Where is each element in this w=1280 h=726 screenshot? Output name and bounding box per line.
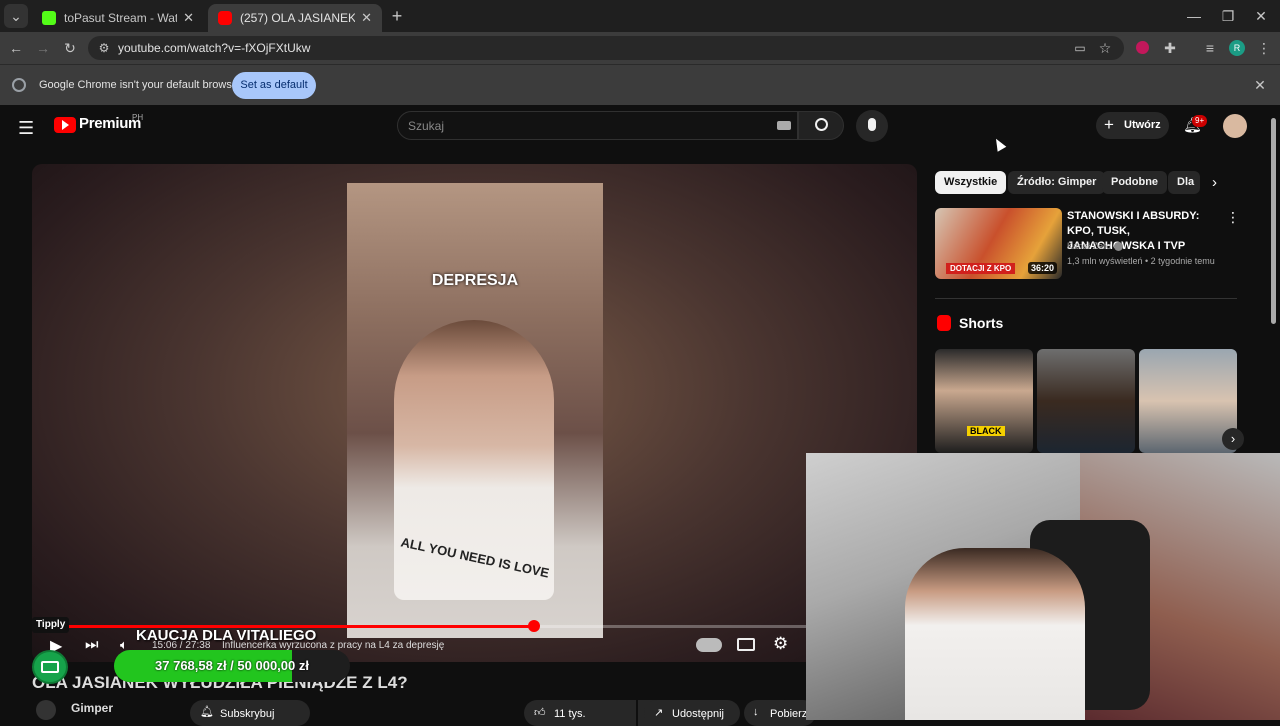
search-input[interactable] [397,111,798,140]
short-caption: BLACK [967,426,1005,436]
plus-icon: + [1104,115,1114,134]
webcam-person [905,548,1085,720]
close-icon[interactable]: ✕ [361,10,372,26]
keyboard-icon[interactable] [777,121,791,130]
bookmark-star-icon[interactable]: ☆ [1093,36,1117,60]
recommended-meta: 1,3 mln wyświetleń • 2 tygodnie temu [1067,256,1215,266]
money-icon [32,650,68,684]
channel-avatar[interactable] [36,700,56,720]
short-thumbnail[interactable] [1037,349,1135,453]
tab-title: toPasut Stream - Watch Live on [64,11,178,25]
video-overlay-text: DEPRESJA [431,272,519,289]
extensions-puzzle-icon[interactable]: ✚ [1158,36,1182,60]
tab-search-icon[interactable]: ⌄ [4,4,28,28]
more-options-icon[interactable]: ⋮ [1226,209,1240,226]
infobar-close-icon[interactable]: ✕ [1248,73,1272,97]
account-avatar[interactable] [1223,114,1247,138]
menu-kebab-icon[interactable]: ⋮ [1252,36,1276,60]
create-label: Utwórz [1124,119,1161,131]
search-icon [815,118,828,131]
subscribe-button[interactable]: 🔔︎ Subskrybuj [190,700,310,726]
divider [935,298,1237,299]
notification-count-badge: 9+ [1192,115,1208,127]
chip-similar[interactable]: Podobne [1102,171,1168,194]
reload-icon[interactable]: ↻ [58,36,82,60]
shorts-heading: Shorts [959,315,1004,331]
back-icon[interactable]: ← [4,36,28,60]
chevron-right-icon[interactable]: › [1212,174,1217,191]
tipply-badge: Tipply [32,617,70,633]
thumbnail-label: DOTACJI Z KPO [946,263,1016,274]
tab-youtube[interactable]: (257) OLA JASIANEK WYŁUDZIŁ ✕ [208,4,382,32]
cast-icon[interactable]: ▭ [1068,36,1092,60]
autoplay-toggle[interactable] [696,638,722,652]
window-close-icon[interactable]: ✕ [1249,4,1273,28]
tab-title: (257) OLA JASIANEK WYŁUDZIŁ [240,11,356,25]
settings-gear-icon[interactable]: ⚙ [773,634,788,654]
site-info-icon[interactable]: ⚙ [92,36,116,60]
create-button[interactable]: + Utwórz [1096,112,1169,139]
mic-icon [868,118,876,131]
extension-icon[interactable] [1136,41,1149,54]
scrollbar[interactable] [1271,118,1276,324]
country-badge: PH [132,113,144,122]
url-text: youtube.com/watch?v=-fXOjFXtUkw [118,41,311,55]
new-tab-icon[interactable]: + [385,4,409,28]
donation-goal-title: KAUCJA DLA VITALIEGO [136,627,317,644]
subtitles-icon[interactable] [737,638,755,651]
infobar-text: Google Chrome isn't your default browser [39,79,242,91]
minimize-icon[interactable]: — [1182,4,1206,28]
like-button[interactable]: 👍︎ 11 tys. [524,700,636,726]
set-as-default-button[interactable]: Set as default [232,72,316,99]
close-icon[interactable]: ✕ [183,10,194,26]
share-icon: ↗ [654,707,664,719]
maximize-icon[interactable]: ❐ [1216,4,1240,28]
chrome-icon [12,78,26,92]
download-icon: ↓ [753,706,759,718]
video-duration: 36:20 [1028,262,1058,274]
channel-name[interactable]: Gimper [71,701,113,715]
kick-icon [42,11,56,25]
voice-search-button[interactable] [856,110,888,142]
chip-all[interactable]: Wszystkie [935,171,1007,194]
youtube-icon [218,11,232,25]
donation-amount: 37 768,58 zł / 50 000,00 zł [155,658,309,673]
verified-icon [1114,242,1123,251]
chip-for-you[interactable]: Dla [1168,171,1200,194]
hamburger-menu-icon[interactable]: ☰ [18,118,34,139]
share-button[interactable]: ↗ Udostępnij [644,700,740,726]
recommended-channel[interactable]: Kanał Zero [1067,241,1111,251]
shorts-icon [937,315,951,331]
youtube-logo-icon[interactable] [54,117,76,133]
tab-kick[interactable]: toPasut Stream - Watch Live on ✕ [32,4,204,32]
search-button[interactable] [798,111,844,140]
shorts-next-icon[interactable]: › [1222,428,1244,450]
search-placeholder: Szukaj [408,119,445,133]
scrubber-handle[interactable] [527,620,540,632]
next-icon[interactable]: ⏭ [85,636,99,653]
chip-source-gimper[interactable]: Źródło: Gimper [1008,171,1106,194]
profile-avatar[interactable]: R [1229,40,1245,56]
short-thumbnail[interactable] [935,349,1033,453]
bell-icon: 🔔︎ [200,706,214,718]
thumbs-up-icon: 👍︎ [534,707,546,719]
forward-icon[interactable]: → [31,36,55,60]
media-icon[interactable]: ≡ [1198,36,1222,60]
